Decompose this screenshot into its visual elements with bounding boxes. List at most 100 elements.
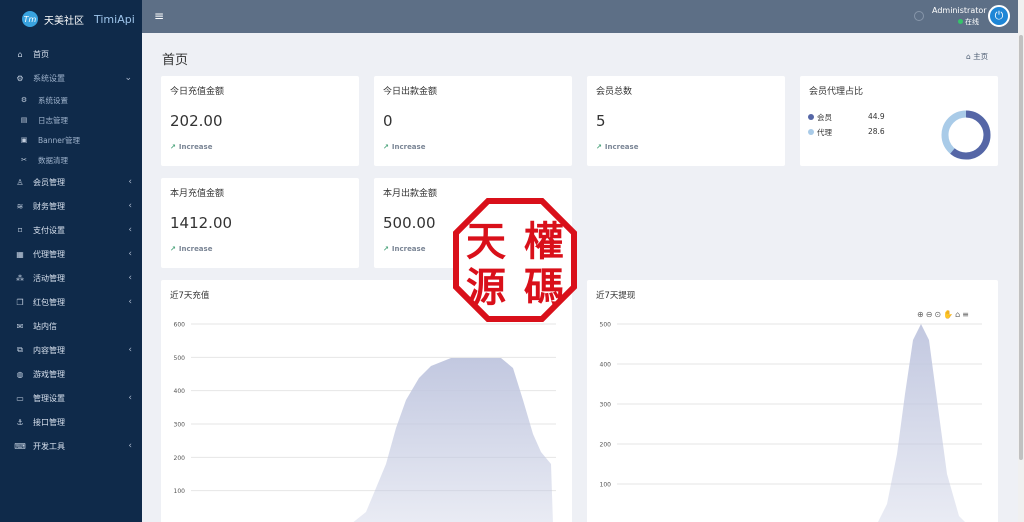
chart-title: 近7天提现 <box>596 291 636 301</box>
y-tick-label: 200 <box>174 455 186 462</box>
stat-title: 今日出款金额 <box>383 87 438 97</box>
sidebar-item[interactable]: ⚙ 系统设置 <box>0 90 142 110</box>
sidebar-item[interactable]: ✉ 站内信 <box>0 314 142 338</box>
brand-sub: TimiApi <box>94 12 135 26</box>
sidebar-item[interactable]: ❐ 红包管理 ‹ <box>0 290 142 314</box>
online-dot-icon <box>958 19 963 24</box>
stat-value: 0 <box>383 112 393 130</box>
sidebar-item-label: 接口管理 <box>33 417 65 427</box>
y-tick-label: 200 <box>600 442 612 449</box>
stat-title: 本月出款金额 <box>383 189 438 199</box>
sidebar-item[interactable]: ▤ 日志管理 <box>0 110 142 130</box>
brand-logo: Tm <box>22 11 38 27</box>
user-status-label: 在线 <box>965 18 979 26</box>
sidebar-item-label: 系统设置 <box>33 73 65 83</box>
sidebar-item-label: 财务管理 <box>33 201 65 211</box>
breadcrumb[interactable]: ⌂ 主页 <box>966 51 988 62</box>
stat-card-today-recharge: 今日充值金额 202.00 ↗ Increase <box>161 76 359 166</box>
keyboard-icon: ⌨ <box>14 441 26 451</box>
y-tick-label: 400 <box>174 388 186 395</box>
y-tick-label: 500 <box>600 322 612 329</box>
user-status: 在线 <box>958 17 979 27</box>
image-icon: ▣ <box>20 136 28 144</box>
stamp-char: 碼 <box>524 265 564 311</box>
user-name[interactable]: Administrator <box>932 6 987 15</box>
user-icon: ♙ <box>16 177 24 187</box>
legend-agent: 代理 <box>808 127 832 138</box>
trend-up-icon: ↗ <box>170 245 176 253</box>
stat-card-month-recharge: 本月充值金额 1412.00 ↗ Increase <box>161 178 359 268</box>
y-tick-label: 300 <box>174 422 186 429</box>
y-tick-label: 600 <box>174 322 186 329</box>
stamp-char: 權 <box>524 219 564 265</box>
gamepad-icon: ◍ <box>16 369 24 379</box>
sidebar-item[interactable]: ⧉ 内容管理 ‹ <box>0 338 142 362</box>
sidebar-item-label: 支付设置 <box>33 225 65 235</box>
sidebar-nav: ⌂ 首页 ⚙ 系统设置 ⌄ ⚙ 系统设置 ▤ 日志管理 ▣ Banner管理 ✂ 数据清理 ♙ 会员管理 ‹ ≋… <box>0 42 142 458</box>
trend-up-icon: ↗ <box>170 143 176 151</box>
trend-up-icon: ↗ <box>383 143 389 151</box>
sidebar-item-label: 数据清理 <box>38 155 68 165</box>
sidebar-item[interactable]: ▭ 管理设置 ‹ <box>0 386 142 410</box>
sidebar-item[interactable]: ⌂ 首页 <box>0 42 142 66</box>
chevron-icon: ‹ <box>128 225 132 235</box>
sidebar-item-label: 代理管理 <box>33 249 65 259</box>
sidebar-item-label: 站内信 <box>33 321 57 331</box>
sidebar-item[interactable]: ⁂ 活动管理 ‹ <box>0 266 142 290</box>
trend-up-icon: ↗ <box>383 245 389 253</box>
sidebar-item[interactable]: ◍ 游戏管理 <box>0 362 142 386</box>
menu-toggle-icon[interactable]: ≡ <box>154 9 164 23</box>
legend-member: 会员 <box>808 112 832 123</box>
sidebar-item[interactable]: ⚓ 接口管理 <box>0 410 142 434</box>
sidebar-item[interactable]: ≋ 财务管理 ‹ <box>0 194 142 218</box>
chart-card-withdraw: 近7天提现 ⊕⊖⊙✋⌂≡ 5004003002001000 <box>587 280 998 522</box>
chevron-icon: ‹ <box>128 177 132 187</box>
sidebar-item[interactable]: ✂ 数据清理 <box>0 150 142 170</box>
page-scrollbar[interactable] <box>1018 0 1024 522</box>
sidebar-item-label: 内容管理 <box>33 345 65 355</box>
dashboard-icon: ⌂ <box>966 52 971 61</box>
sidebar-item-label: 红包管理 <box>33 297 65 307</box>
sidebar-item[interactable]: ▦ 代理管理 ‹ <box>0 242 142 266</box>
y-tick-label: 100 <box>174 488 186 495</box>
database-icon: ≋ <box>16 201 24 211</box>
file-icon: ▤ <box>20 116 28 124</box>
legend-label: 代理 <box>817 128 832 137</box>
chevron-icon: ‹ <box>128 273 132 283</box>
sidebar-item-label: 日志管理 <box>38 115 68 125</box>
sidebar-item[interactable]: ♙ 会员管理 ‹ <box>0 170 142 194</box>
bookmark-icon: ⌑ <box>17 225 23 235</box>
refresh-icon[interactable] <box>914 11 924 21</box>
cogs-icon: ⚙ <box>16 73 24 83</box>
sidebar-item[interactable]: ⌑ 支付设置 ‹ <box>0 218 142 242</box>
stat-trend-label: Increase <box>178 245 213 253</box>
power-icon[interactable]: ⏻ <box>988 5 1010 27</box>
stat-trend: ↗ Increase <box>170 245 212 253</box>
sidebar-item[interactable]: ⚙ 系统设置 ⌄ <box>0 66 142 90</box>
withdraw-area-chart: 5004003002001000 <box>600 322 982 522</box>
brand[interactable]: Tm 天美社区 TimiApi <box>0 0 142 38</box>
stat-title: 会员总数 <box>596 87 633 97</box>
sidebar-item-label: 管理设置 <box>33 393 65 403</box>
sidebar-item[interactable]: ⌨ 开发工具 ‹ <box>0 434 142 458</box>
sidebar-item-label: 首页 <box>33 49 49 59</box>
y-tick-label: 300 <box>600 402 612 409</box>
area-series <box>878 324 965 522</box>
chevron-icon: ‹ <box>128 345 132 355</box>
sidebar-item[interactable]: ▣ Banner管理 <box>0 130 142 150</box>
contact-icon: ▦ <box>16 249 24 259</box>
stat-value: 5 <box>596 112 606 130</box>
stat-trend-label: Increase <box>391 245 426 253</box>
chart-title: 近7天充值 <box>170 291 210 301</box>
home-icon: ⌂ <box>17 49 23 59</box>
y-tick-label: 100 <box>600 482 612 489</box>
stat-trend: ↗ Increase <box>383 143 425 151</box>
stat-title: 今日充值金额 <box>170 87 225 97</box>
scroll-thumb[interactable] <box>1019 35 1023 460</box>
breadcrumb-home[interactable]: 主页 <box>973 52 988 61</box>
sidebar-item-label: Banner管理 <box>38 135 80 145</box>
y-tick-label: 400 <box>600 362 612 369</box>
anchor-icon: ⚓ <box>16 417 24 427</box>
stat-value: 202.00 <box>170 112 223 130</box>
legend-value: 44.9 <box>868 112 885 121</box>
